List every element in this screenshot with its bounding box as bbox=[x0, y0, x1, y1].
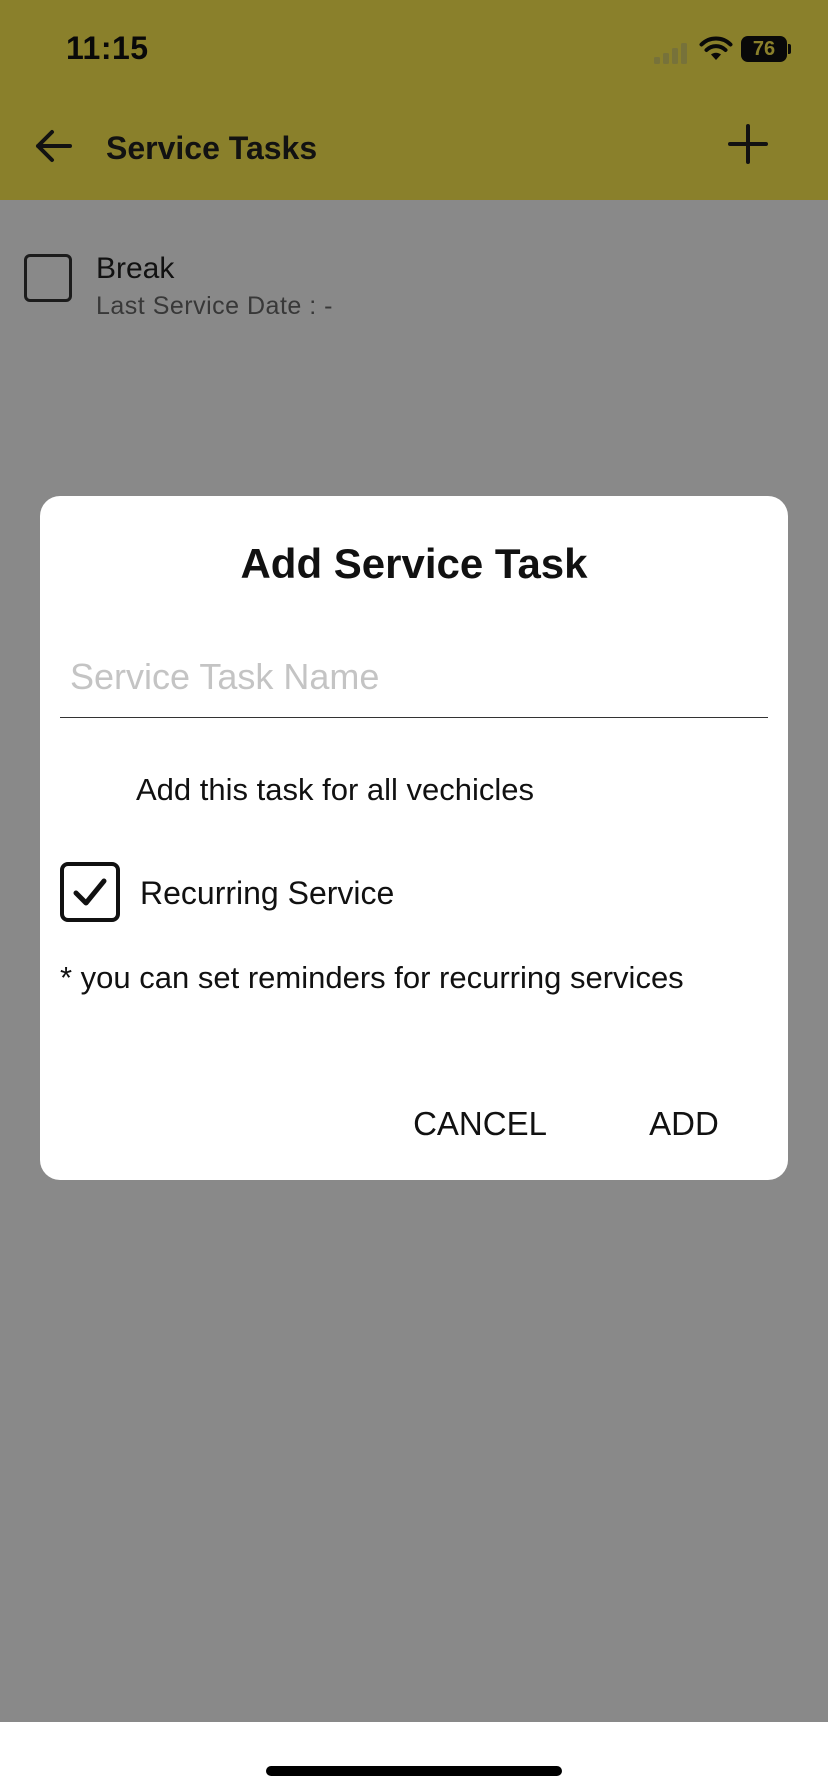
add-service-task-dialog: Add Service Task Add this task for all v… bbox=[40, 496, 788, 1180]
screen: 11:15 76 Service Tasks Break Last Servic… bbox=[0, 0, 828, 1792]
recurring-service-label: Recurring Service bbox=[140, 875, 395, 911]
checkmark-icon bbox=[73, 878, 107, 906]
service-task-name-input[interactable] bbox=[60, 636, 768, 718]
cancel-button[interactable]: CANCEL bbox=[384, 1094, 576, 1154]
dialog-title: Add Service Task bbox=[240, 540, 588, 587]
recurring-note: * you can set reminders for recurring se… bbox=[60, 960, 684, 995]
recurring-service-checkbox[interactable] bbox=[60, 862, 120, 922]
all-vehicles-option[interactable]: Add this task for all vechicles bbox=[60, 762, 760, 818]
home-area bbox=[0, 1722, 828, 1792]
home-indicator[interactable] bbox=[266, 1766, 562, 1776]
recurring-service-option[interactable]: Recurring Service bbox=[60, 862, 760, 926]
add-button[interactable]: ADD bbox=[624, 1094, 744, 1154]
all-vehicles-label: Add this task for all vechicles bbox=[136, 772, 535, 807]
